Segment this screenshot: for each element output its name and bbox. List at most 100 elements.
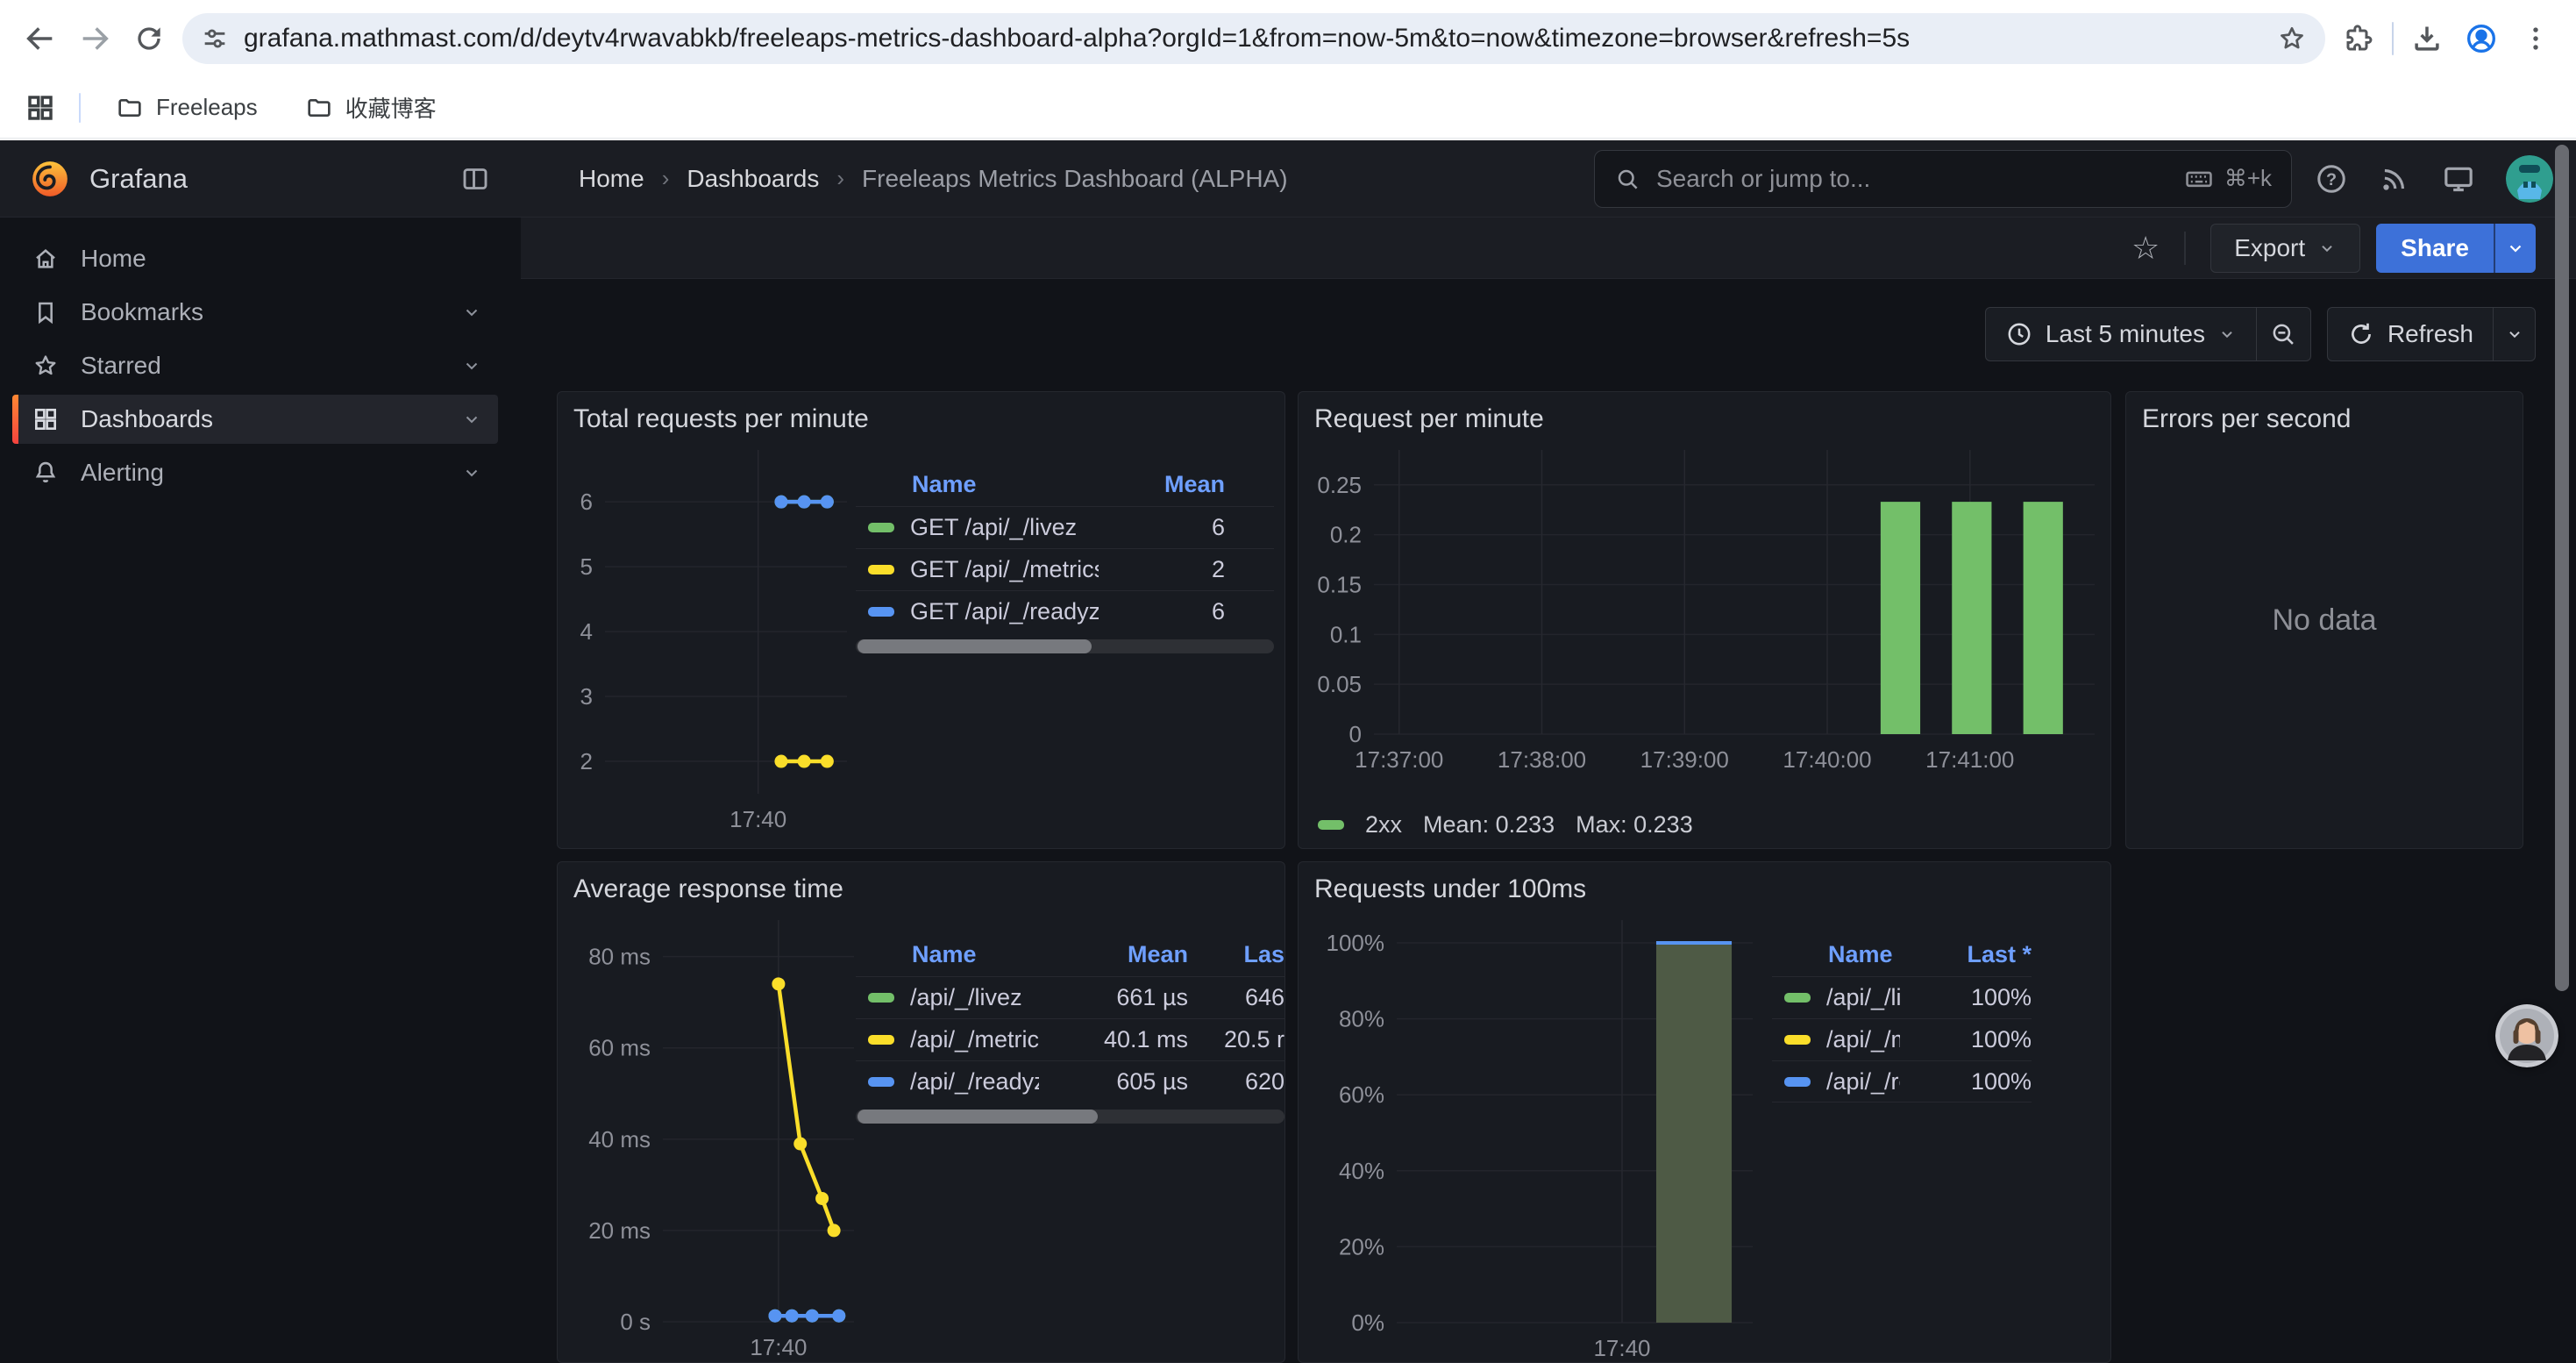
series-last: 100%: [1900, 1068, 2032, 1095]
legend-table: Name Last * /api/_/livez 100% /api/_/met…: [1772, 932, 2032, 1103]
legend-header-mean[interactable]: Mean: [1099, 471, 1274, 498]
help-icon[interactable]: ?: [2315, 162, 2348, 196]
url-text[interactable]: grafana.mathmast.com/d/deytv4rwavabkb/fr…: [244, 24, 2262, 54]
site-settings-icon[interactable]: [200, 24, 230, 54]
refresh-interval-button[interactable]: [2493, 308, 2535, 360]
legend-header-name[interactable]: Name: [1828, 941, 1900, 968]
browser-toolbar: grafana.mathmast.com/d/deytv4rwavabkb/fr…: [0, 0, 2576, 77]
back-button[interactable]: [19, 18, 61, 60]
user-avatar[interactable]: [2506, 155, 2553, 203]
bookmark-folder-freeleaps[interactable]: Freeleaps: [103, 89, 270, 127]
dashboards-grid-icon: [32, 405, 60, 433]
sidebar-item-starred[interactable]: Starred: [12, 341, 498, 390]
breadcrumb-home[interactable]: Home: [579, 165, 644, 193]
line-chart[interactable]: 2345617:40: [565, 443, 854, 839]
series-name[interactable]: /api/_/metrics: [1826, 1026, 1900, 1053]
time-range-group: Last 5 minutes: [1985, 307, 2311, 361]
zoom-out-button[interactable]: [2256, 308, 2310, 360]
series-mean: 6: [1099, 598, 1274, 625]
sidebar-item-home[interactable]: Home: [12, 234, 498, 283]
panel-title[interactable]: Average response time: [573, 874, 843, 904]
panel-title[interactable]: Requests under 100ms: [1314, 874, 1586, 904]
search-input[interactable]: [1654, 164, 2170, 194]
legend-row: GET /api/_/readyz 6: [856, 590, 1274, 632]
chevron-down-icon[interactable]: [461, 302, 482, 323]
scrollbar-thumb[interactable]: [857, 639, 1092, 653]
bar-chart[interactable]: 00.050.10.150.20.2517:37:0017:38:0017:39…: [1304, 443, 2107, 811]
legend-table: Name Mean GET /api/_/livez 6 GET /api/_/…: [856, 462, 1274, 653]
browser-chrome: grafana.mathmast.com/d/deytv4rwavabkb/fr…: [0, 0, 2576, 140]
bar-chart[interactable]: 0%20%40%60%80%100%17:40: [1306, 913, 1761, 1363]
series-mean: 605 µs: [1039, 1068, 1188, 1095]
legend-header-name[interactable]: Name: [912, 471, 977, 498]
series-swatch-green: [1318, 820, 1344, 830]
page-scrollbar[interactable]: [2555, 145, 2569, 991]
chevron-down-icon[interactable]: [461, 409, 482, 430]
export-button[interactable]: Export: [2210, 224, 2360, 273]
bookmark-folder-blogs[interactable]: 收藏博客: [293, 86, 449, 129]
address-bar[interactable]: grafana.mathmast.com/d/deytv4rwavabkb/fr…: [182, 13, 2325, 64]
grafana-logo[interactable]: [30, 159, 70, 199]
series-name[interactable]: /api/_/metrics: [910, 1026, 1039, 1053]
chevron-down-icon[interactable]: [461, 355, 482, 376]
search-box[interactable]: ⌘+k: [1594, 150, 2292, 208]
time-range-button[interactable]: Last 5 minutes: [1986, 308, 2256, 360]
favorite-dashboard-button[interactable]: ☆: [2131, 232, 2160, 264]
legend-row: /api/_/readyz 100%: [1772, 1060, 2032, 1103]
series-last: 20.5 r: [1188, 1026, 1284, 1053]
series-name[interactable]: GET /api/_/readyz: [910, 598, 1099, 625]
series-mean: 661 µs: [1039, 984, 1188, 1011]
series-name[interactable]: /api/_/livez: [1826, 984, 1900, 1011]
shortcut-label: ⌘+k: [2224, 165, 2272, 192]
back-icon: [23, 21, 58, 56]
downloads-button[interactable]: [2406, 18, 2448, 60]
legend-scrollbar[interactable]: [856, 639, 1274, 653]
profile-button[interactable]: [2460, 18, 2502, 60]
share-button-group: Share: [2376, 224, 2536, 273]
series-name[interactable]: /api/_/livez: [910, 984, 1039, 1011]
forward-button[interactable]: [74, 18, 116, 60]
series-name[interactable]: 2xx: [1365, 811, 1402, 838]
keyboard-icon: [2184, 164, 2214, 194]
chevron-down-icon: [2505, 238, 2526, 259]
sidebar-item-dashboards[interactable]: Dashboards: [12, 395, 498, 444]
sidebar-item-label: Home: [81, 245, 146, 273]
apps-grid-icon[interactable]: [25, 92, 56, 124]
toolbar-divider: [2392, 22, 2394, 55]
line-chart[interactable]: 0 s20 ms40 ms60 ms80 ms17:40: [565, 913, 859, 1363]
bookmark-star-button[interactable]: [2276, 23, 2308, 54]
svg-text:0.1: 0.1: [1330, 621, 1362, 647]
browser-menu-button[interactable]: [2515, 18, 2557, 60]
series-mean: 40.1 ms: [1039, 1026, 1188, 1053]
sidebar-item-alerting[interactable]: Alerting: [12, 448, 498, 497]
chevron-down-icon[interactable]: [461, 462, 482, 483]
monitor-icon[interactable]: [2441, 161, 2476, 196]
breadcrumb-dashboards[interactable]: Dashboards: [687, 165, 819, 193]
reload-button[interactable]: [128, 18, 170, 60]
refresh-button[interactable]: Refresh: [2328, 308, 2493, 360]
svg-text:0.15: 0.15: [1317, 571, 1362, 597]
floating-assistant-avatar[interactable]: [2495, 1004, 2558, 1067]
series-name[interactable]: /api/_/readyz: [1826, 1068, 1900, 1095]
share-button[interactable]: Share: [2376, 224, 2494, 273]
svg-text:0 s: 0 s: [620, 1309, 651, 1335]
series-name[interactable]: GET /api/_/metrics: [910, 556, 1099, 583]
legend-header-mean[interactable]: Mean: [1039, 941, 1188, 968]
legend-row: /api/_/metrics 100%: [1772, 1018, 2032, 1060]
news-rss-icon[interactable]: [2378, 162, 2411, 196]
series-last: 646: [1188, 984, 1284, 1011]
scrollbar-thumb[interactable]: [857, 1110, 1098, 1124]
legend-header-last[interactable]: Las: [1188, 941, 1284, 968]
sidebar-item-bookmarks[interactable]: Bookmarks: [12, 288, 498, 337]
legend-header-name[interactable]: Name: [912, 941, 1039, 968]
series-name[interactable]: /api/_/readyz: [910, 1068, 1039, 1095]
legend-scrollbar[interactable]: [856, 1110, 1284, 1124]
panel-title[interactable]: Total requests per minute: [573, 404, 869, 434]
series-name[interactable]: GET /api/_/livez: [910, 514, 1099, 541]
refresh-icon: [2347, 320, 2375, 348]
sidebar-collapse-button[interactable]: [459, 163, 491, 195]
legend-header-last[interactable]: Last *: [1900, 941, 2032, 968]
panel-title[interactable]: Request per minute: [1314, 404, 1544, 434]
share-menu-button[interactable]: [2494, 224, 2536, 273]
extensions-button[interactable]: [2338, 18, 2380, 60]
